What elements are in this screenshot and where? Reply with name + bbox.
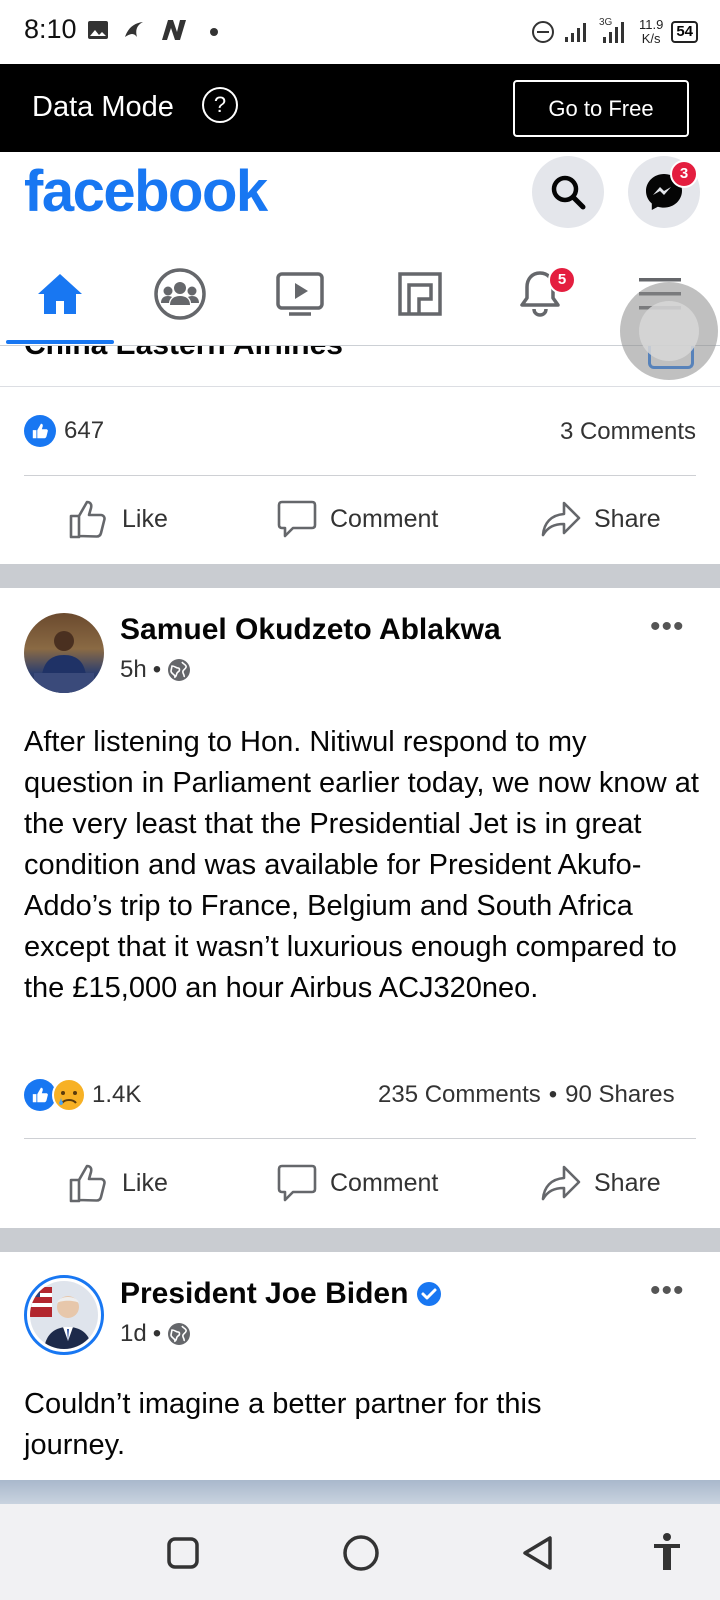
thumbs-up-icon [69, 1164, 106, 1203]
news-feed-icon [398, 271, 442, 316]
tab-home[interactable] [0, 242, 120, 345]
post-engagement: 235 Comments • 90 Shares [378, 1081, 675, 1109]
recent-apps-icon[interactable] [166, 1536, 200, 1570]
battery-indicator: 54 [671, 21, 698, 43]
divider [24, 475, 696, 476]
sad-reaction-icon [52, 1078, 86, 1112]
tab-notifications[interactable] [480, 242, 600, 345]
post-text: Couldn’t imagine a better partner for th… [24, 1388, 542, 1461]
globe-icon [168, 1323, 191, 1345]
previous-post-comment-count[interactable]: 3 Comments [560, 418, 696, 446]
post-reactions[interactable]: 1.4K [24, 1078, 141, 1112]
post-meta: 1d • [120, 1320, 191, 1348]
tab-marketplace[interactable] [360, 242, 480, 345]
previous-post-like-count: 647 [64, 417, 105, 444]
like-button[interactable]: Like [68, 498, 168, 540]
dnd-icon [531, 21, 554, 43]
reaction-count: 1.4K [92, 1081, 142, 1108]
share-icon [541, 1165, 581, 1201]
globe-icon [168, 659, 191, 681]
groups-icon [154, 267, 206, 320]
comment-icon [277, 1164, 317, 1202]
share-icon [541, 501, 581, 537]
more-options-button[interactable]: ••• [650, 610, 685, 644]
comment-label: Comment [330, 1168, 439, 1197]
messenger-badge: 3 [670, 160, 698, 188]
top-nav [0, 242, 720, 346]
netspeed-unit: K/s [641, 31, 661, 46]
notifications-badge: 5 [548, 266, 576, 294]
comment-label: Comment [330, 504, 439, 533]
divider [24, 1138, 696, 1139]
like-button[interactable]: Like [68, 1162, 168, 1204]
share-label: Share [594, 1168, 661, 1197]
post-author-name[interactable]: Samuel Okudzeto Ablakwa [120, 613, 501, 647]
feed-separator [0, 1228, 720, 1252]
search-button[interactable] [532, 156, 604, 228]
data-mode-bar: Data Mode ? Go to Free [0, 64, 720, 152]
previous-post-headline-clip: China Eastern Airlines [0, 346, 720, 386]
status-right: 3G 11.9 K/s 54 [531, 12, 698, 52]
status-time: 8:10 [24, 14, 77, 44]
engagement-separator: • [548, 1081, 558, 1108]
accessibility-icon[interactable] [652, 1532, 682, 1572]
comment-button[interactable]: Comment [276, 1162, 438, 1204]
assistive-touch-inner [639, 301, 699, 361]
home-icon [38, 273, 82, 314]
status-bar: 8:10 3G 11.9 K/s 54 [0, 0, 720, 64]
author-avatar[interactable] [24, 613, 104, 693]
more-options-button[interactable]: ••• [650, 1274, 685, 1308]
signal-icon [564, 23, 586, 42]
system-nav-bar [0, 1504, 720, 1600]
video-icon [276, 271, 324, 316]
comment-button[interactable]: Comment [276, 498, 438, 540]
post-text: After listening to Hon. Nitiwul respond … [24, 726, 699, 1004]
app-header: facebook [0, 152, 720, 242]
home-nav-icon[interactable] [342, 1534, 380, 1572]
data-mode-label: Data Mode [32, 91, 174, 123]
meta-separator: • [152, 1320, 162, 1347]
meta-separator: • [152, 656, 162, 683]
share-button[interactable]: Share [540, 1162, 661, 1204]
help-icon[interactable]: ? [202, 87, 238, 123]
signal-3g-icon: 3G [599, 17, 631, 45]
post-meta: 5h • [120, 656, 191, 684]
verified-badge-icon [417, 1282, 442, 1306]
go-to-free-button[interactable]: Go to Free [513, 80, 689, 137]
like-label: Like [122, 504, 168, 533]
gallery-icon [88, 21, 108, 39]
post-author[interactable]: President Joe Biden [120, 1277, 442, 1311]
app-notification-icon [125, 22, 143, 37]
post-author-name[interactable]: President Joe Biden [120, 1277, 408, 1311]
thumbs-up-icon [69, 500, 106, 539]
post-time[interactable]: 1d [120, 1320, 147, 1348]
news-app-icon [162, 20, 186, 40]
comment-icon [277, 500, 317, 538]
search-icon [551, 175, 586, 210]
facebook-logo[interactable]: facebook [24, 158, 268, 225]
author-avatar[interactable] [24, 1275, 104, 1355]
active-tab-indicator [6, 340, 114, 344]
more-notifications-dot [210, 28, 218, 36]
tab-groups[interactable] [120, 242, 240, 345]
post-time[interactable]: 5h [120, 656, 147, 684]
comment-count[interactable]: 235 Comments [378, 1081, 541, 1109]
previous-post-headline[interactable]: China Eastern Airlines [24, 346, 343, 362]
network-speed: 11.9 K/s [639, 18, 663, 46]
back-icon[interactable] [520, 1534, 556, 1572]
like-reaction-icon [24, 415, 56, 447]
share-button[interactable]: Share [540, 498, 661, 540]
headline-separator [0, 386, 720, 387]
share-count[interactable]: 90 Shares [565, 1081, 674, 1109]
netspeed-value: 11.9 [638, 17, 664, 32]
share-label: Share [594, 504, 661, 533]
post-image-preview[interactable] [0, 1480, 720, 1504]
feed-separator [0, 564, 720, 588]
tab-watch[interactable] [240, 242, 360, 345]
like-label: Like [122, 1168, 168, 1197]
previous-post-reactions[interactable]: 647 [24, 415, 104, 447]
